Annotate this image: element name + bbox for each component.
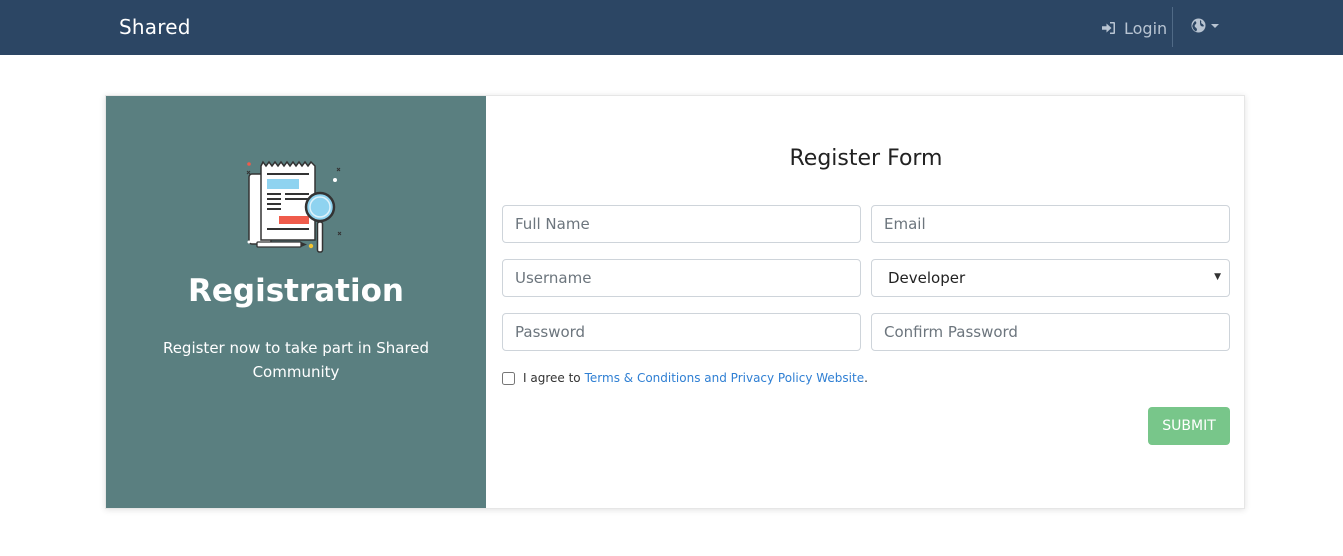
role-select-value: Developer — [888, 269, 966, 287]
form-title: Register Form — [789, 146, 943, 171]
registration-subtitle: Register now to take part in Shared Comm… — [162, 339, 430, 381]
document-magnifier-icon — [246, 160, 342, 253]
role-select[interactable]: Developer ▼ — [871, 259, 1230, 297]
select-arrow-icon: ▼ — [1214, 272, 1221, 282]
full-name-input[interactable] — [502, 205, 861, 243]
nav-divider — [1172, 7, 1173, 47]
email-input[interactable] — [871, 205, 1230, 243]
agree-text: I agree to — [523, 371, 581, 385]
terms-link[interactable]: Terms & Conditions and Privacy Policy We… — [585, 371, 864, 385]
login-label: Login — [1124, 18, 1168, 38]
submit-button[interactable]: SUBMIT — [1148, 407, 1230, 445]
username-input[interactable] — [502, 259, 861, 297]
globe-icon — [1191, 18, 1206, 33]
login-link[interactable]: Login — [1101, 17, 1167, 39]
brand-logo-text[interactable]: Shared — [119, 15, 191, 39]
agree-period: . — [864, 371, 868, 385]
registration-card: Registration Register now to take part i… — [105, 95, 1245, 509]
terms-agreement: I agree to Terms & Conditions and Privac… — [502, 371, 868, 385]
confirm-password-input[interactable] — [871, 313, 1230, 351]
terms-checkbox[interactable] — [502, 371, 515, 385]
registration-info-panel: Registration Register now to take part i… — [106, 96, 486, 508]
language-dropdown[interactable] — [1191, 18, 1220, 33]
sign-in-icon — [1102, 22, 1115, 34]
caret-down-icon — [1211, 23, 1219, 28]
password-input[interactable] — [502, 313, 861, 351]
registration-heading: Registration — [187, 273, 404, 309]
navbar: Shared Login — [0, 0, 1343, 55]
